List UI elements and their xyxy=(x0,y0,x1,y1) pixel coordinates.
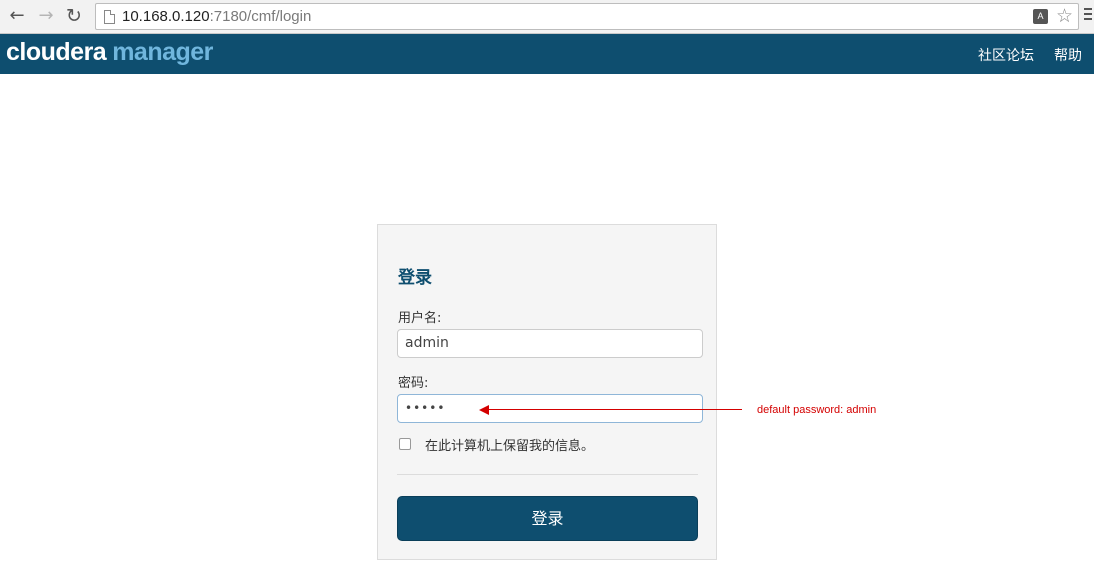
app-header: cloudera manager 社区论坛 帮助 xyxy=(0,34,1094,74)
reload-icon[interactable]: ↻ xyxy=(63,5,85,27)
annotation-arrow-line xyxy=(488,409,742,410)
username-input[interactable]: admin xyxy=(397,329,703,358)
page-icon xyxy=(104,10,115,24)
login-title: 登录 xyxy=(398,268,432,288)
cloudera-manager-logo[interactable]: cloudera manager xyxy=(6,38,213,67)
remember-me-checkbox[interactable] xyxy=(399,438,411,450)
logo-cloudera: cloudera xyxy=(6,38,107,66)
url-text[interactable]: 10.168.0.120:7180/cmf/login xyxy=(122,8,311,25)
address-bar[interactable]: 10.168.0.120:7180/cmf/login A ☆ xyxy=(95,3,1079,30)
translate-icon[interactable]: A xyxy=(1033,9,1048,24)
divider xyxy=(397,474,698,475)
remember-me-label[interactable]: 在此计算机上保留我的信息。 xyxy=(425,435,594,454)
community-forum-link[interactable]: 社区论坛 xyxy=(978,45,1034,65)
help-link[interactable]: 帮助 xyxy=(1054,45,1082,65)
browser-toolbar: ← → ↻ 10.168.0.120:7180/cmf/login A ☆ xyxy=(0,0,1094,34)
login-panel: 登录 用户名: admin 密码: ••••• 在此计算机上保留我的信息。 登录 xyxy=(377,224,717,560)
password-label: 密码: xyxy=(398,376,429,391)
logo-manager: manager xyxy=(112,38,213,66)
annotation-text: default password: admin xyxy=(757,404,877,416)
login-button[interactable]: 登录 xyxy=(397,496,698,541)
annotation-arrow-head-icon xyxy=(479,405,489,415)
back-arrow-icon[interactable]: ← xyxy=(6,5,28,27)
username-label: 用户名: xyxy=(398,311,442,326)
star-icon[interactable]: ☆ xyxy=(1056,5,1073,27)
url-path: :7180/cmf/login xyxy=(209,8,312,25)
url-host: 10.168.0.120 xyxy=(122,8,210,25)
hamburger-menu-icon[interactable] xyxy=(1084,8,1092,23)
forward-arrow-icon[interactable]: → xyxy=(35,5,57,27)
